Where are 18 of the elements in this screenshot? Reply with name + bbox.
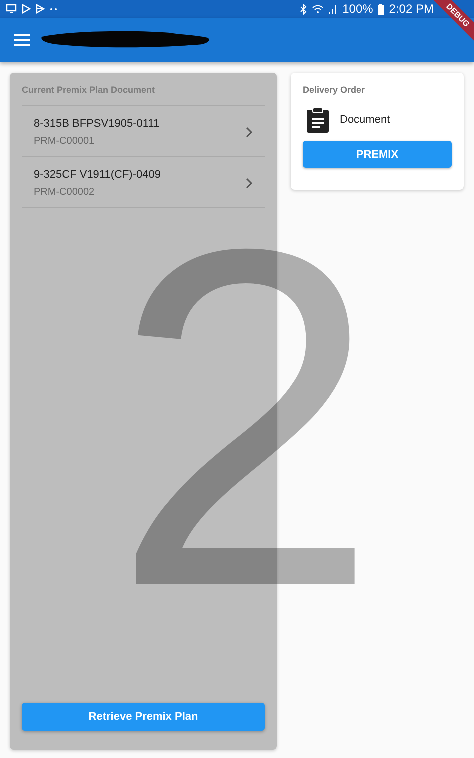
plan-title: 8-315B BFPSV1905-0111 bbox=[34, 118, 161, 130]
battery-percent: 100% bbox=[342, 2, 374, 16]
plan-code: PRM-C00001 bbox=[34, 136, 96, 146]
menu-icon[interactable] bbox=[14, 34, 30, 46]
screen-icon bbox=[6, 4, 17, 14]
chevron-right-icon bbox=[246, 126, 253, 138]
clock-time: 2:02 PM bbox=[389, 2, 434, 16]
panel-title: Current Premix Plan Document bbox=[22, 73, 265, 106]
plan-list-item[interactable]: 8-315B BFPSV1905-0111 PRM-C00001 bbox=[22, 106, 265, 157]
wifi-icon bbox=[312, 4, 324, 14]
signal-icon bbox=[328, 4, 338, 14]
clipboard-icon bbox=[306, 107, 330, 133]
more-icon bbox=[50, 8, 58, 10]
bluetooth-icon bbox=[300, 4, 307, 14]
battery-icon bbox=[378, 4, 384, 14]
document-label: Document bbox=[340, 114, 390, 126]
card-title: Delivery Order bbox=[303, 85, 366, 95]
plan-code: PRM-C00002 bbox=[34, 186, 96, 198]
